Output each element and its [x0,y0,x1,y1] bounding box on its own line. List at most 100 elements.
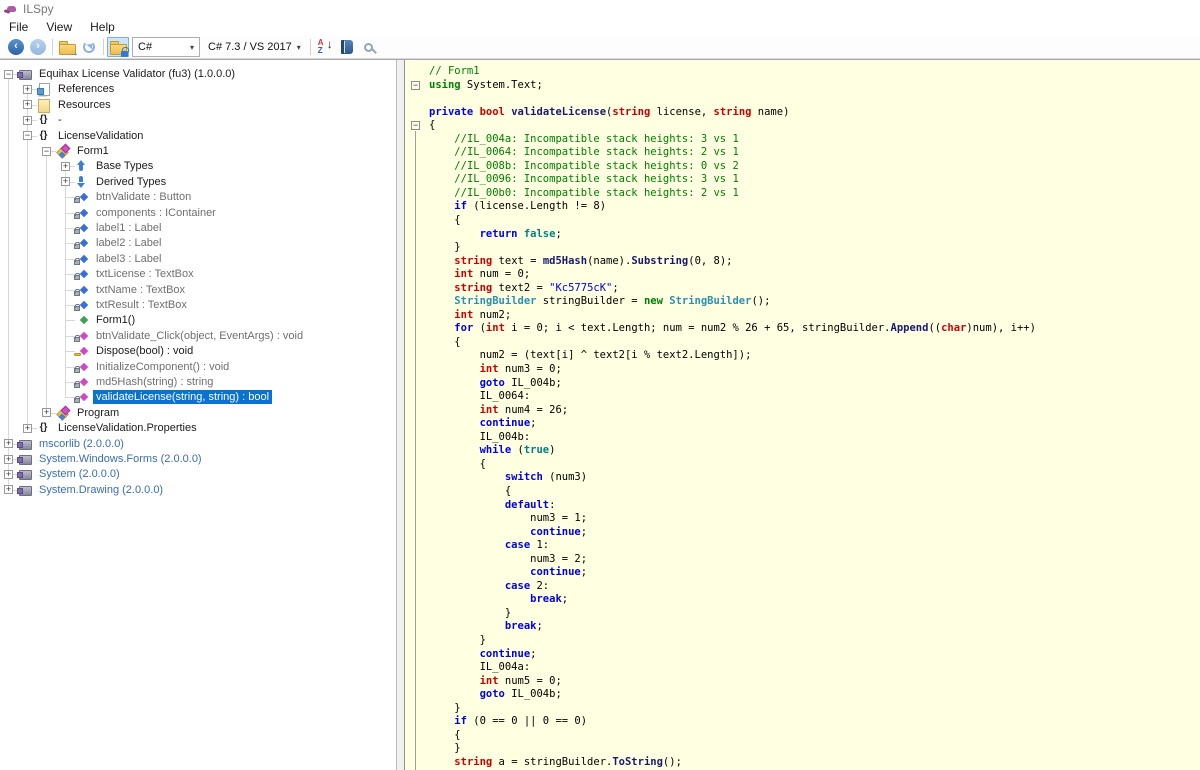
expand-expander[interactable]: + [23,116,32,125]
expand-expander[interactable]: + [42,408,51,417]
code-line: switch (num3) [429,471,1036,485]
fold-marker[interactable]: − [411,81,420,90]
tree-item[interactable]: +Program [0,405,396,421]
private-field-icon [74,252,89,266]
code-line: case 1: [429,539,1036,553]
chevron-down-icon: ▾ [190,43,194,52]
language-select[interactable]: C# ▾ [132,37,200,57]
expand-expander[interactable]: + [4,455,13,464]
code-line: //IL_004a: Incompatible stack heights: 3… [429,133,1036,147]
assembly-icon [17,483,32,497]
code-line: break; [429,593,1036,607]
expand-expander[interactable]: + [23,100,32,109]
expand-expander[interactable]: + [4,485,13,494]
forward-button[interactable]: › [27,37,49,57]
tree-item[interactable]: + System (2.0.0.0) [0,466,396,482]
open-from-gac-button[interactable] [107,37,129,57]
code-line: IL_004b: [429,431,1036,445]
tree-item-label: md5Hash(string) : string [93,375,216,389]
window-title: ILSpy [23,2,54,16]
code-line: } [429,742,1036,756]
collapse-expander[interactable]: − [4,70,13,79]
code-line: num3 = 1; [429,512,1036,526]
expand-expander[interactable]: + [61,177,70,186]
code-line: { [429,458,1036,472]
tree-item[interactable]: + References [0,81,396,97]
assembly-icon [17,467,32,481]
constructor-icon [74,313,89,327]
code-line: { [429,729,1036,743]
tree-item-label: Base Types [93,159,156,173]
expand-expander[interactable]: + [23,85,32,94]
az-sort-icon: A Z ↓ [317,39,333,55]
tree-item[interactable]: Dispose(bool) : void [0,343,396,359]
language-version-select[interactable]: C# 7.3 / VS 2017 ▾ [202,37,307,57]
toolbar-separator [103,39,104,55]
assembly-tree: −Equihax License Validator (fu3) (1.0.0.… [0,60,397,770]
tree-item-label: Form1() [93,313,138,327]
tree-item[interactable]: +{}- [0,112,396,128]
tree-item[interactable]: btnValidate_Click(object, EventArgs) : v… [0,328,396,344]
derived-types-icon [74,175,89,189]
tree-item[interactable]: + Resources [0,97,396,113]
collapse-expander[interactable]: − [23,131,32,140]
code-line: } [429,634,1036,648]
tree-item[interactable]: components : IContainer [0,205,396,221]
tree-item-selected[interactable]: validateLicense(string, string) : bool [0,389,396,405]
tree-item[interactable]: + Base Types [0,158,396,174]
private-field-icon [74,190,89,204]
collapse-expander[interactable]: − [42,147,51,156]
sort-assemblies-button[interactable]: A Z ↓ [314,37,336,57]
tree-item[interactable]: +System.Windows.Forms (2.0.0.0) [0,451,396,467]
tree-item[interactable]: Form1() [0,312,396,328]
reload-button[interactable] [78,37,100,57]
menu-view[interactable]: View [37,19,81,35]
tree-item[interactable]: −Form1 [0,143,396,159]
magnifier-icon [364,43,373,52]
tree-item[interactable]: label3 : Label [0,251,396,267]
fold-marker[interactable]: − [411,121,420,130]
metadata-book-button[interactable] [336,37,358,57]
menu-file[interactable]: File [0,19,37,35]
expand-expander[interactable]: + [23,424,32,433]
code-line: continue; [429,417,1036,431]
tree-item-label: LicenseValidation [55,129,146,143]
tree-item-label: System (2.0.0.0) [36,467,123,481]
open-file-button[interactable]: → [56,37,78,57]
tree-item[interactable]: −{} LicenseValidation [0,128,396,144]
expand-expander[interactable]: + [61,162,70,171]
tree-item[interactable]: +mscorlib (2.0.0.0) [0,436,396,452]
tree-item[interactable]: +System.Drawing (2.0.0.0) [0,482,396,498]
assembly-icon [17,452,32,466]
tree-item[interactable]: InitializeComponent() : void [0,359,396,375]
chevron-down-icon: ▾ [297,43,301,52]
titlebar: ILSpy [0,0,1200,18]
tree-item[interactable]: txtResult : TextBox [0,297,396,313]
tree-item[interactable]: +{}LicenseValidation.Properties [0,420,396,436]
tree-item[interactable]: label2 : Label [0,235,396,251]
search-button[interactable] [358,37,380,57]
panel-splitter[interactable] [397,60,404,770]
tree-item-label: Dispose(bool) : void [93,344,196,358]
expand-expander[interactable]: + [4,470,13,479]
namespace-icon: {} [36,129,51,143]
tree-item-label: References [55,82,117,96]
back-button[interactable]: ‹ [5,37,27,57]
tree-item-label: Resources [55,98,114,112]
tree-item[interactable]: btnValidate : Button [0,189,396,205]
tree-item[interactable]: +Derived Types [0,174,396,190]
expand-expander[interactable]: + [4,439,13,448]
ilspy-window: ILSpy File View Help ‹ › → C# ▾ C# [0,0,1200,770]
protected-method-icon [74,344,89,358]
tree-item[interactable]: −Equihax License Validator (fu3) (1.0.0.… [0,66,396,82]
code-line: using System.Text; [429,79,1036,93]
tree-item[interactable]: txtLicense : TextBox [0,266,396,282]
tree-item[interactable]: label1 : Label [0,220,396,236]
code-line: IL_004a: [429,661,1036,675]
fold-guide-line [415,131,416,770]
code-line [429,92,1036,106]
menu-help[interactable]: Help [81,19,124,35]
code-line: string text = md5Hash(name).Substring(0,… [429,255,1036,269]
tree-item[interactable]: md5Hash(string) : string [0,374,396,390]
tree-item[interactable]: txtName : TextBox [0,282,396,298]
